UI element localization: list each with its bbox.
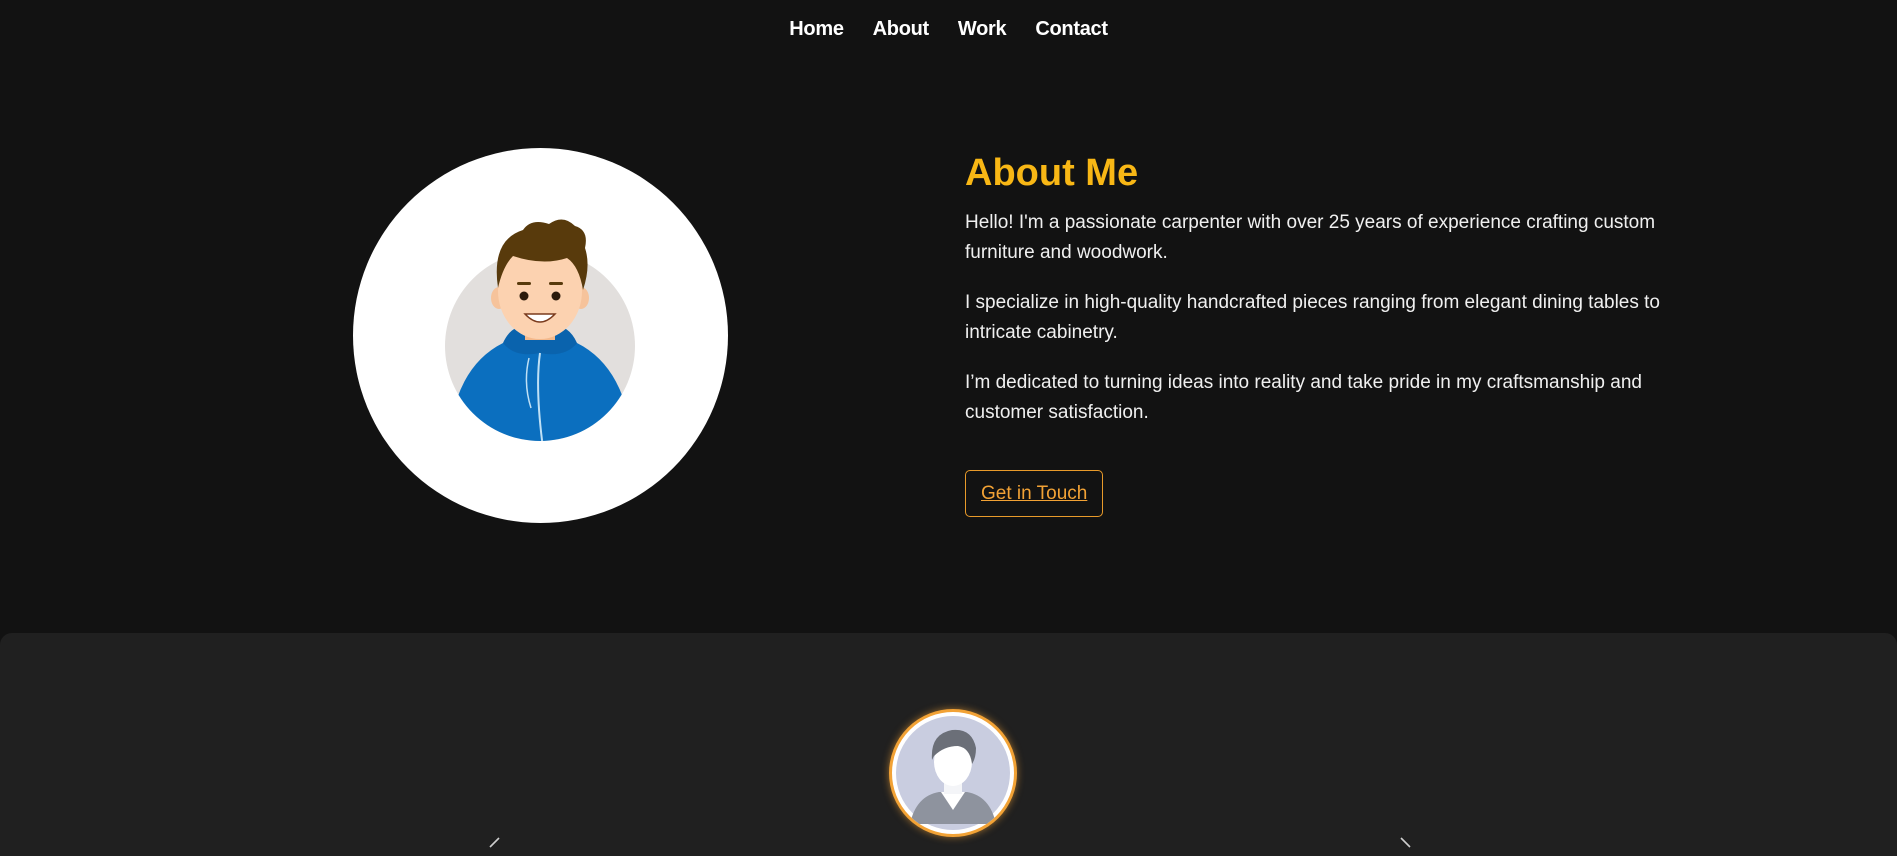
cartoon-person-avatar-icon [445,219,635,441]
about-paragraph-1: Hello! I'm a passionate carpenter with o… [965,212,1656,263]
chevron-right-icon[interactable] [1395,836,1415,856]
about-section: About Me Hello! I'm a passionate carpent… [965,150,1725,517]
nav-work-link[interactable]: Work [958,18,1007,41]
page: Home About Work Contact About Me Hello! … [0,0,1897,856]
about-paragraph-2: I specialize in high-quality handcrafted… [965,292,1660,343]
profile-avatar [353,148,728,523]
nav-about-link[interactable]: About [873,18,930,41]
nav-contact-link[interactable]: Contact [1035,18,1108,41]
about-paragraph-3: I’m dedicated to turning ideas into real… [965,372,1642,423]
testimonial-avatar[interactable] [889,709,1017,837]
person-silhouette-avatar-icon [896,716,1010,830]
about-title: About Me [965,152,1139,194]
get-in-touch-button[interactable]: Get in Touch [965,470,1104,517]
top-nav: Home About Work Contact [0,18,1897,41]
chevron-left-icon[interactable] [485,836,505,856]
nav-home-link[interactable]: Home [789,18,844,41]
